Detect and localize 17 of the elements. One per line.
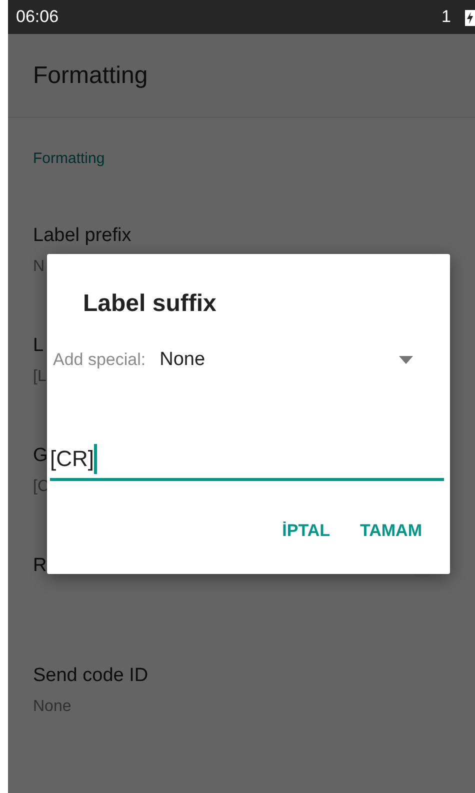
ok-button[interactable]: TAMAM bbox=[352, 511, 430, 551]
spinner-label: Add special: bbox=[53, 350, 146, 370]
setting-title[interactable]: Label prefix bbox=[33, 224, 132, 248]
caret-icon bbox=[399, 356, 413, 364]
dropdown[interactable]: None bbox=[160, 349, 430, 371]
input-field[interactable]: [CR] bbox=[50, 440, 444, 481]
toolbar-title: Formatting bbox=[33, 62, 148, 90]
text-cursor bbox=[94, 444, 97, 474]
setting-title[interactable]: R bbox=[33, 554, 47, 578]
cancel-button[interactable]: İPTAL bbox=[274, 511, 338, 551]
clock-time: 06:06 bbox=[16, 7, 60, 27]
section-header: Formatting bbox=[33, 150, 105, 166]
notification-count: 1 bbox=[442, 7, 451, 27]
dialog-title: Label suffix bbox=[83, 290, 216, 318]
setting-title[interactable]: Send code ID bbox=[33, 664, 148, 688]
setting-title[interactable]: G bbox=[33, 444, 48, 468]
setting-title[interactable]: L bbox=[33, 334, 44, 358]
